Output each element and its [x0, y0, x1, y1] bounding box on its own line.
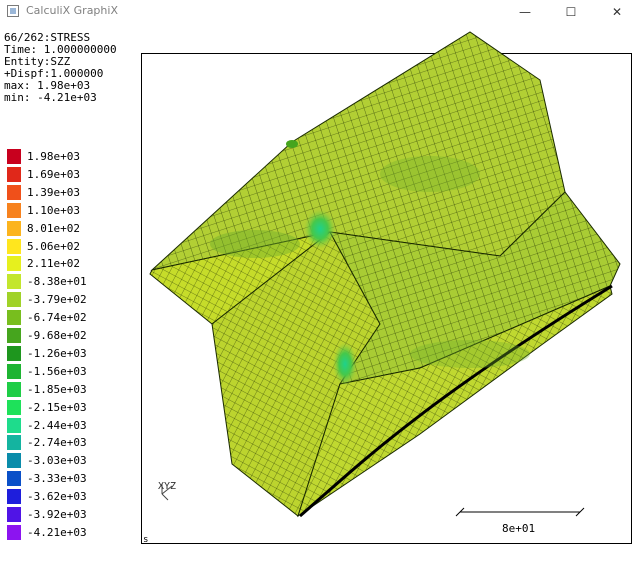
- close-button[interactable]: ✕: [594, 0, 640, 24]
- app-icon: [7, 5, 19, 17]
- stress-hotspot: [286, 140, 298, 148]
- scale-bar: [455, 507, 585, 517]
- window-title: CalculiX GraphiX: [26, 4, 118, 17]
- corner-label: s: [143, 535, 149, 545]
- stress-band: [210, 230, 300, 258]
- maximize-button[interactable]: ☐: [548, 0, 594, 24]
- stress-band: [380, 156, 480, 192]
- window-titlebar: CalculiX GraphiX — ☐ ✕: [0, 0, 640, 24]
- graphics-canvas[interactable]: 66/262:STRESS Time: 1.000000000 Entity:S…: [0, 24, 640, 573]
- model-view[interactable]: [0, 24, 640, 573]
- stress-band: [410, 340, 530, 368]
- stress-hotspot: [304, 209, 336, 249]
- mesh-part-roof: [150, 31, 566, 271]
- minimize-button[interactable]: —: [502, 0, 548, 24]
- stress-hotspot: [333, 342, 357, 386]
- scale-label: 8e+01: [502, 522, 536, 535]
- axis-label: XYZ: [158, 481, 177, 492]
